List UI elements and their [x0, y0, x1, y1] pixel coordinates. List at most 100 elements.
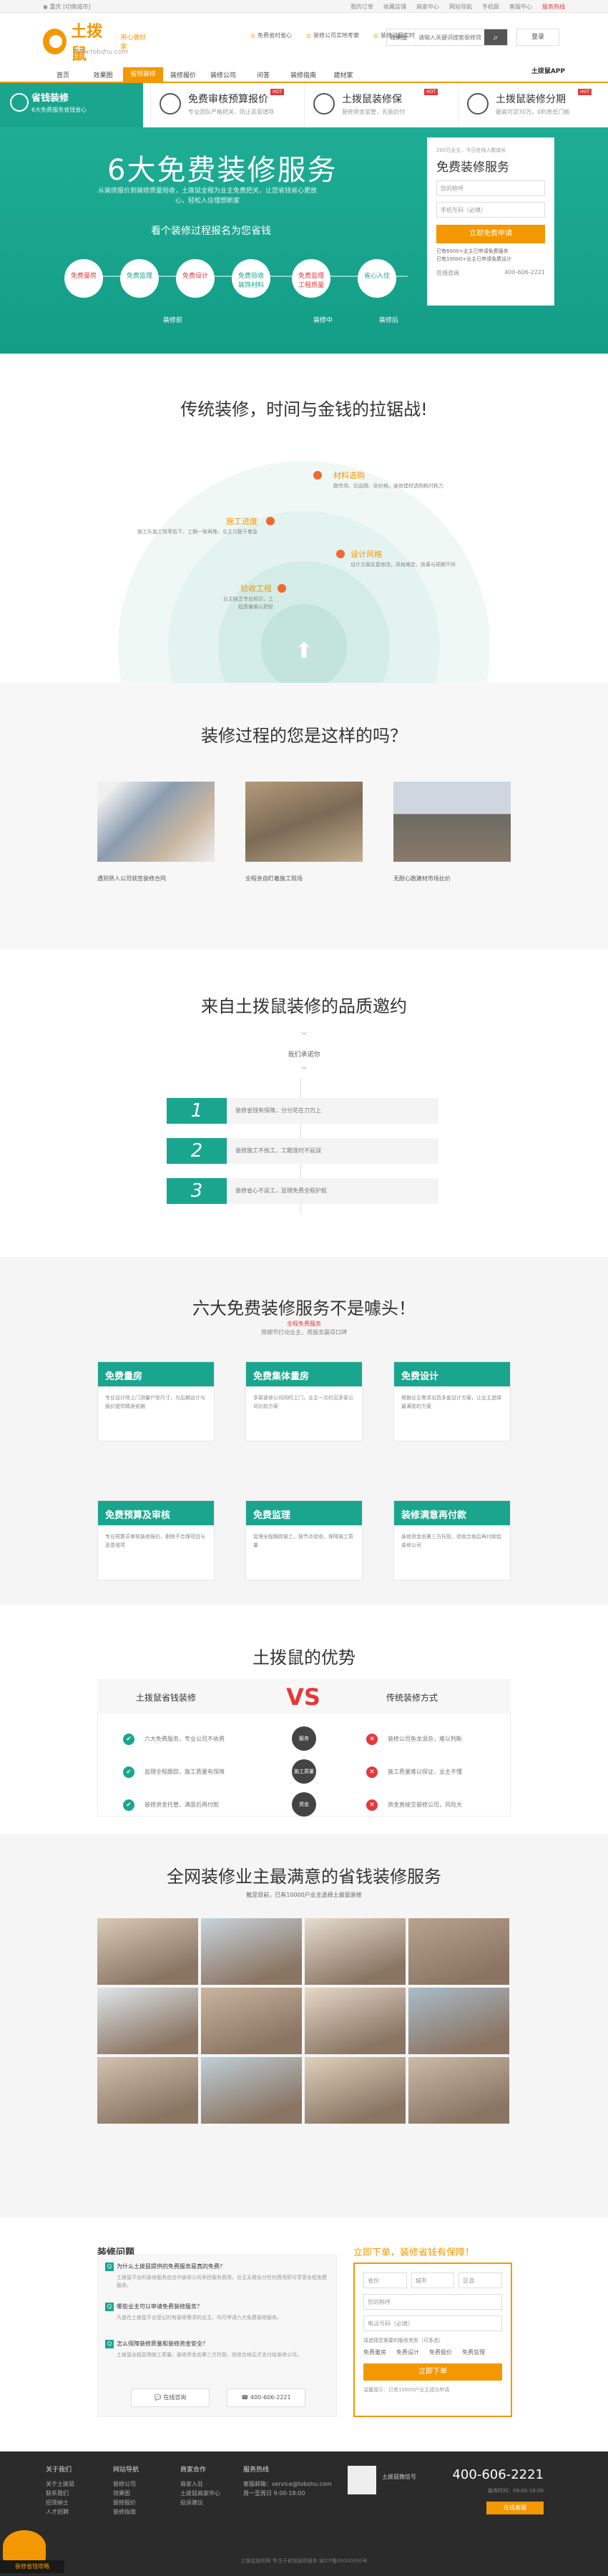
service-type-checkbox[interactable]: 免费量房 [363, 2348, 386, 2356]
faq-question[interactable]: 哪些业主可以申请免费装修服务？ [105, 2303, 202, 2311]
footer-link[interactable]: 招贤纳士 [46, 2498, 74, 2507]
photo-caption: 无耐心跑建材市场比价 [393, 875, 451, 882]
top-link[interactable]: 网站导航 [449, 3, 472, 11]
service-type-checkbox[interactable]: 免费报价 [429, 2348, 452, 2356]
tab-installment[interactable]: HOT 土拨鼠装修分期 最高可贷30万，0利息低门槛 [458, 83, 604, 127]
nav-item[interactable]: 装修报价 [163, 70, 203, 82]
nav-item[interactable]: 装修指南 [283, 70, 323, 82]
customer-photo [201, 2057, 302, 2124]
footer-online-button[interactable]: 在线客服 [486, 2502, 544, 2514]
faq-question[interactable]: 怎么保障装修质量和装修资金安全？ [105, 2340, 208, 2348]
flow-step: 免费验收 装饰材料 [232, 259, 270, 298]
service-card-title: 免费监理 [246, 1501, 362, 1525]
section-sub: 用细节打动业主，用服务赢得口碑 [261, 1329, 347, 1336]
faq-consult-button[interactable]: 💬 在线咨询 [131, 2388, 210, 2407]
service-card[interactable]: 免费设计 根据业主需求出具多套设计方案，让业主选择最满意的方案 [393, 1361, 511, 1442]
brand-mascot-icon [43, 29, 67, 54]
promise-section: 来自土拨鼠装修的品质邀约 ⌄ 我们承诺你 ⌄ 1 装修省钱有保障，分分花在刀刃上 … [0, 949, 608, 1257]
faq-phone-button[interactable]: ☎ 400-606-2221 [227, 2388, 305, 2407]
hero-desc: 从装修报价到装修质量验收，土拨鼠全程为业主免费把关，让您省钱省心更放心，轻松入住… [97, 188, 317, 205]
chat-icon: 💬 [154, 2394, 164, 2401]
service-card[interactable]: 免费集体量房 多家装修公司同时上门，业主一次约见多家公司比较方案 [245, 1361, 363, 1442]
faq-box: 为什么土拨鼠提供的免费服务是真的免费？ 土拨鼠平台的装修服务由合作装修公司承担服… [97, 2255, 337, 2417]
nav-item[interactable]: 首页 [43, 70, 83, 82]
nav-item[interactable]: 建材家 [323, 70, 363, 82]
tab-savings[interactable]: 省钱装修 6大免费服务省钱省心 [0, 83, 143, 127]
promise-row: 3 装修省心不返工，监理免费全程护航 [167, 1178, 438, 1204]
advantage-item: 装修资金托管，满意后再付款 [123, 1799, 219, 1811]
service-type-checkbox[interactable]: 免费设计 [396, 2348, 419, 2356]
form-small-text: 200万业主，今日在线人数增长 [436, 147, 506, 153]
gallery-section: 全网装修业主最满意的省钱装修服务 截至目前，已有10000户业主选择土拨鼠装修 [0, 1834, 608, 2217]
city-select[interactable]: 城市 [411, 2273, 455, 2288]
footer-phone: 400-606-2221 [452, 2467, 544, 2482]
promise-number: 1 [167, 1098, 227, 1124]
footer-link[interactable]: 商家入驻 [180, 2479, 220, 2489]
tab-budget-audit[interactable]: HOT 免费审核预算报价 专业团队严格把关，防止恶意增项 [150, 83, 297, 127]
nav-item[interactable]: 装修公司 [203, 70, 243, 82]
footer-link[interactable]: 联系我们 [46, 2489, 74, 2498]
flow-step: 免费监理 [120, 259, 159, 298]
site-header: 土拨鼠 用心做好家 www.tobshu.com 免费省时省心装修公司实地考察装… [0, 13, 608, 67]
faq-question[interactable]: 为什么土拨鼠提供的免费服务是真的免费？ [105, 2262, 225, 2271]
handshake-photo [97, 782, 215, 862]
section-sub: 截至目前，已有10000户业主选择土拨鼠装修 [246, 1892, 362, 1898]
footer-link[interactable]: 装修指南 [113, 2507, 139, 2517]
service-type-checkbox[interactable]: 免费监理 [462, 2348, 485, 2356]
search-scope-select[interactable]: 效果图 [387, 29, 416, 45]
service-card-desc: 监理全程跟踪施工，按节点验收，保障施工质量 [253, 1534, 353, 1548]
service-card[interactable]: 装修满意再付款 装修资金由第三方托管，验收合格后再付款给装修公司 [393, 1500, 511, 1580]
top-link[interactable]: 服务热线 [542, 3, 565, 11]
order-submit-button[interactable]: 立即下单 [363, 2363, 502, 2381]
top-link[interactable]: 商家中心 [416, 3, 439, 11]
nav-item[interactable]: 省钱装修 [123, 67, 163, 82]
float-gift-badge[interactable]: 装修省钱攻略 [0, 2516, 72, 2576]
app-download-link[interactable]: 土拨鼠APP [531, 66, 565, 75]
top-links: 我的订单 收藏店铺 商家中心 网站导航 手机版 客服中心 服务热线 [350, 3, 565, 11]
service-card[interactable]: 免费监理监理全程跟踪施工，按节点验收，保障施工质量 [245, 1500, 363, 1580]
top-link[interactable]: 收藏店铺 [383, 3, 406, 11]
site-logo[interactable]: 土拨鼠 用心做好家 www.tobshu.com [43, 23, 150, 64]
top-link[interactable]: 客服中心 [509, 3, 532, 11]
service-card[interactable]: 免费预算及审核 专业预算员审核装修报价，剔除不合理项目与恶意增项 [97, 1500, 215, 1580]
nav-item[interactable]: 问答 [243, 70, 283, 82]
free-service-form: 200万业主，今日在线人数增长 免费装修服务 您的称呼 手机号码（必填） 立即免… [427, 137, 554, 306]
top-bar: ◉ 重庆 [切换城市] 我的订单 收藏店铺 商家中心 网站导航 手机版 客服中心 服务热线 [0, 0, 608, 13]
top-link[interactable]: 我的订单 [350, 3, 373, 11]
section-title: 来自土拨鼠装修的品质邀约 [201, 996, 407, 1016]
disadvantage-item: 装修公司鱼龙混杂，难以判断 [366, 1734, 462, 1745]
promise-item: 装修公司实地考察 [306, 31, 359, 39]
footer-link[interactable]: 效果图 [113, 2489, 139, 2498]
phase-before: 装修前 [163, 317, 183, 324]
order-phone-field[interactable]: 电话号码（必填） [363, 2315, 502, 2331]
order-name-field[interactable]: 您的称呼 [363, 2294, 502, 2310]
footer-link[interactable]: 土拨鼠商家中心 [180, 2489, 220, 2498]
footer-link[interactable]: 关于土拨鼠 [46, 2479, 74, 2489]
tab-protection[interactable]: HOT 土拨鼠装修保 装修资金监管，先装后付 [304, 83, 451, 127]
customer-photo [408, 1988, 509, 2054]
footer-link[interactable]: 装修报价 [113, 2498, 139, 2507]
pain-point-dot [313, 471, 322, 480]
name-field[interactable]: 您的称呼 [436, 180, 545, 196]
top-link[interactable]: 手机版 [482, 3, 499, 11]
search-icon[interactable]: ⌕ [484, 29, 507, 45]
footer-link[interactable]: 装修公司 [113, 2479, 139, 2489]
compare-topic: 施工质量 [292, 1759, 316, 1784]
phone-field[interactable]: 手机号码（必填） [436, 202, 545, 218]
search-input[interactable] [416, 29, 484, 45]
footer-link[interactable]: 投诉建议 [180, 2498, 220, 2507]
pain-point-desc: 施工队施工效率低下，工期一拖再拖，业主只能干着急 [137, 529, 258, 535]
switch-city-link[interactable]: [切换城市] [63, 4, 90, 10]
tab-title: 省钱装修 [31, 93, 69, 104]
service-card[interactable]: 免费量房 专业设计师上门测量户型尺寸，为后期设计与报价提供精准依据 [97, 1361, 215, 1442]
search-box: 效果图 ⌕ [386, 29, 508, 46]
promise-row: 1 装修省钱有保障，分分花在刀刃上 [167, 1098, 438, 1124]
consult-link[interactable]: 在线咨询 [436, 269, 459, 277]
province-select[interactable]: 省份 [363, 2273, 407, 2288]
service-card-title: 免费设计 [394, 1362, 510, 1386]
hotline: 400-606-2221 [504, 269, 545, 276]
nav-item[interactable]: 效果图 [83, 70, 123, 82]
district-select[interactable]: 区县 [459, 2273, 503, 2288]
login-button[interactable]: 登录 [516, 29, 559, 46]
apply-button[interactable]: 立即免费申请 [436, 225, 545, 243]
